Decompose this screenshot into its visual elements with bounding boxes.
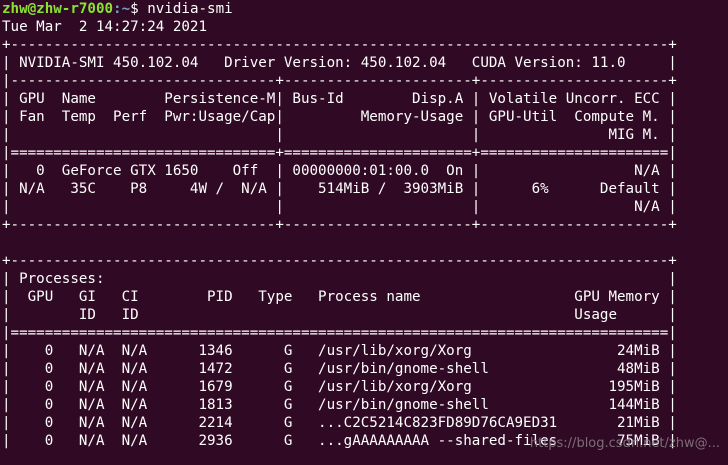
- process-row: | 0 N/A N/A 1679 G /usr/lib/xorg/Xorg 19…: [2, 379, 677, 395]
- gpu-row-2: | N/A 35C P8 4W / N/A | 514MiB / 3903MiB…: [2, 181, 677, 197]
- table-border-bottom: +-------------------------------+-------…: [2, 217, 677, 233]
- processes-title: | Processes: |: [2, 271, 677, 287]
- terminal-window[interactable]: zhw@zhw-r7000:~$ nvidia-smi Tue Mar 2 14…: [0, 0, 728, 465]
- table-double-separator: |===============================+=======…: [2, 145, 677, 161]
- watermark: https://blog.csdn.net/zhw@...: [529, 436, 720, 451]
- process-table-separator: |=======================================…: [2, 325, 677, 341]
- process-row: | 0 N/A N/A 1346 G /usr/lib/xorg/Xorg 24…: [2, 343, 677, 359]
- prompt-user-host: zhw@zhw-r7000: [2, 1, 114, 17]
- process-row: | 0 N/A N/A 2214 G ...C2C5214C823FD89D76…: [2, 415, 677, 431]
- process-header-row-2: | ID ID Usage |: [2, 307, 677, 323]
- process-row: | 0 N/A N/A 1472 G /usr/bin/gnome-shell …: [2, 361, 677, 377]
- process-header-row-1: | GPU GI CI PID Type Process name GPU Me…: [2, 289, 677, 305]
- prompt-command: nvidia-smi: [147, 1, 233, 17]
- gpu-row-3: | | | N/A |: [2, 199, 677, 215]
- gpu-row-1: | 0 GeForce GTX 1650 Off | 00000000:01:0…: [2, 163, 677, 179]
- prompt-path: :~: [113, 1, 131, 17]
- gpu-header-row-2: | Fan Temp Perf Pwr:Usage/Cap| Memory-Us…: [2, 109, 677, 125]
- process-row: | 0 N/A N/A 1813 G /usr/bin/gnome-shell …: [2, 397, 677, 413]
- output-line-date: Tue Mar 2 14:27:24 2021: [2, 19, 207, 35]
- table-separator: |-------------------------------+-------…: [2, 73, 677, 89]
- gpu-header-row-3: | | | MIG M. |: [2, 127, 677, 143]
- table-border-top: +---------------------------------------…: [2, 37, 677, 53]
- gpu-header-row-1: | GPU Name Persistence-M| Bus-Id Disp.A …: [2, 91, 677, 107]
- prompt-line: zhw@zhw-r7000:~$ nvidia-smi: [2, 0, 233, 18]
- driver-info-row: | NVIDIA-SMI 450.102.04 Driver Version: …: [2, 55, 677, 71]
- prompt-symbol: $: [130, 1, 148, 17]
- process-table-border-top: +---------------------------------------…: [2, 253, 677, 269]
